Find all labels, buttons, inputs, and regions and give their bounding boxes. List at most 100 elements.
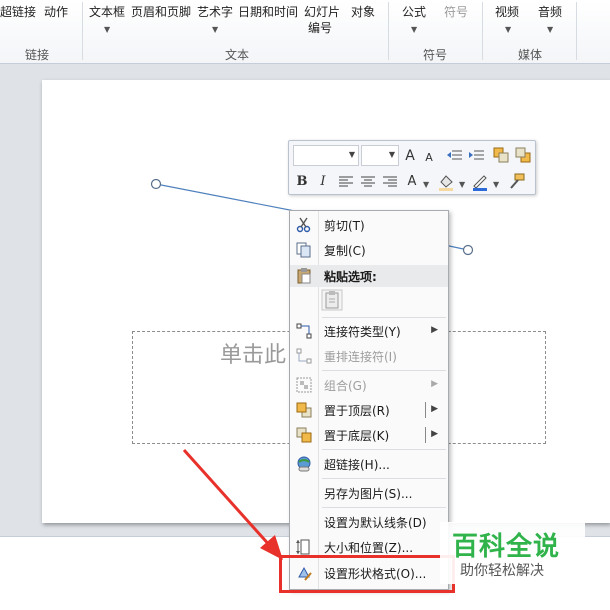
context-menu: 剪切(T) 复制(C) 粘贴选项: 连接符类型(Y) ▶ 重排连接符(I) 组合… — [289, 210, 449, 590]
ribbon: 超链接 动作 文本框 ▼ 页眉和页脚 艺术字 ▼ 日期和时间 幻灯片 编号 对象… — [0, 0, 610, 64]
menu-separator — [322, 370, 446, 371]
wordart-dropdown-icon[interactable]: ▼ — [212, 25, 218, 34]
send-to-back-icon — [296, 427, 312, 443]
font-color-button[interactable]: A — [405, 172, 419, 192]
symbol-button[interactable]: 符号 — [444, 5, 468, 19]
split-divider — [425, 402, 426, 418]
font-size-combo[interactable]: ▼ — [361, 145, 399, 166]
clipboard-icon — [297, 268, 311, 284]
wordart-button[interactable]: 艺术字 — [197, 5, 233, 19]
size-position-icon — [296, 539, 310, 555]
menu-separator — [322, 507, 446, 508]
menu-item-group[interactable]: 组合(G) ▶ — [290, 373, 448, 397]
submenu-arrow-icon: ▶ — [431, 379, 438, 389]
textbox-button[interactable]: 文本框 — [89, 5, 125, 19]
menu-item-label: 超链接(H)... — [324, 458, 390, 472]
align-left-icon[interactable] — [339, 176, 353, 188]
shape-outline-icon[interactable] — [471, 173, 489, 191]
chevron-down-icon: ▼ — [348, 150, 355, 159]
group-label-media: 媒体 — [517, 48, 542, 62]
menu-item-label: 设置为默认线条(D) — [324, 516, 427, 530]
group-label-links: 链接 — [24, 48, 49, 62]
mini-toolbar: ▼ ▼ A A B I A ▼ ▼ ▼ — [288, 140, 536, 195]
equation-button[interactable]: 公式 — [402, 5, 426, 19]
slide-number-button[interactable]: 幻灯片 — [304, 5, 340, 19]
grow-font-button[interactable]: A — [403, 146, 417, 166]
menu-item-label: 重排连接符(I) — [324, 350, 397, 364]
chevron-down-icon[interactable]: ▼ — [493, 180, 499, 189]
bring-to-front-icon — [296, 402, 312, 418]
textbox-dropdown-icon[interactable]: ▼ — [104, 25, 110, 34]
menu-item-label: 大小和位置(Z)... — [324, 541, 414, 555]
submenu-arrow-icon[interactable]: ▶ — [431, 404, 438, 414]
reroute-icon — [296, 348, 312, 364]
object-button[interactable]: 对象 — [351, 5, 375, 19]
split-divider — [425, 427, 426, 443]
connector-type-icon — [296, 323, 312, 339]
align-center-icon[interactable] — [361, 176, 375, 188]
menu-item-bring-to-front[interactable]: 置于顶层(R) ▶ — [290, 398, 448, 422]
menu-item-label: 组合(G) — [324, 379, 367, 393]
copy-icon — [296, 242, 311, 258]
submenu-arrow-icon[interactable]: ▶ — [431, 429, 438, 439]
send-backward-icon[interactable] — [515, 147, 531, 163]
video-button[interactable]: 视频 — [495, 5, 519, 19]
audio-button[interactable]: 音频 — [538, 5, 562, 19]
menu-item-paste-options: 粘贴选项: — [290, 264, 448, 288]
menu-item-label: 置于顶层(R) — [324, 404, 390, 418]
menu-item-label: 复制(C) — [324, 244, 366, 258]
menu-item-label: 置于底层(K) — [324, 429, 390, 443]
menu-item-label: 另存为图片(S)... — [324, 487, 413, 501]
italic-button[interactable]: I — [316, 172, 330, 192]
menu-item-send-to-back[interactable]: 置于底层(K) ▶ — [290, 423, 448, 447]
chevron-down-icon: ▼ — [388, 150, 395, 159]
group-icon — [296, 377, 312, 393]
menu-item-copy[interactable]: 复制(C) — [290, 238, 448, 262]
chevron-down-icon[interactable]: ▼ — [459, 180, 465, 189]
menu-separator — [322, 478, 446, 479]
header-footer-button[interactable]: 页眉和页脚 — [131, 5, 191, 19]
chevron-down-icon[interactable]: ▼ — [423, 180, 429, 189]
align-right-icon[interactable] — [383, 176, 397, 188]
watermark-title: 百科全说 — [452, 532, 561, 562]
menu-item-label: 剪切(T) — [324, 219, 365, 233]
shrink-font-button[interactable]: A — [423, 148, 435, 168]
equation-dropdown-icon[interactable]: ▼ — [411, 25, 417, 34]
decrease-indent-icon[interactable] — [447, 149, 463, 163]
date-time-button[interactable]: 日期和时间 — [238, 5, 298, 19]
placeholder-text: 单击此 — [220, 343, 287, 368]
menu-item-hyperlink[interactable]: 超链接(H)... — [290, 452, 448, 476]
audio-dropdown-icon[interactable]: ▼ — [547, 25, 553, 34]
action-button[interactable]: 动作 — [44, 5, 68, 19]
watermark-subtitle: 助你轻松解决 — [460, 563, 544, 579]
bold-button[interactable]: B — [295, 172, 309, 192]
ribbon-divider — [576, 2, 577, 60]
menu-separator — [322, 317, 446, 318]
bring-forward-icon[interactable] — [493, 147, 509, 163]
slide-number-button-line2[interactable]: 编号 — [308, 21, 332, 35]
menu-separator — [322, 449, 446, 450]
menu-item-save-as-picture[interactable]: 另存为图片(S)... — [290, 481, 448, 505]
ribbon-divider — [482, 2, 483, 60]
paste-option-clipboard-icon[interactable] — [321, 289, 343, 311]
increase-indent-icon[interactable] — [469, 149, 485, 163]
highlight-annotation-box — [279, 555, 455, 593]
ribbon-divider — [82, 2, 83, 60]
watermark: 百科全说 助你轻松解决 — [440, 522, 585, 584]
shape-fill-icon[interactable] — [437, 173, 455, 191]
menu-item-label: 粘贴选项: — [324, 270, 377, 284]
format-painter-icon[interactable] — [507, 173, 525, 191]
group-label-symbols: 符号 — [422, 48, 447, 62]
menu-item-connector-type[interactable]: 连接符类型(Y) ▶ — [290, 319, 448, 343]
hyperlink-globe-icon — [297, 456, 311, 472]
hyperlink-button[interactable]: 超链接 — [0, 5, 36, 19]
menu-item-reroute-connectors[interactable]: 重排连接符(I) — [290, 344, 448, 368]
video-dropdown-icon[interactable]: ▼ — [505, 25, 511, 34]
scissors-icon — [296, 217, 311, 233]
menu-item-cut[interactable]: 剪切(T) — [290, 213, 448, 237]
menu-item-label: 连接符类型(Y) — [324, 325, 401, 339]
group-label-text: 文本 — [224, 48, 249, 62]
font-name-combo[interactable]: ▼ — [293, 145, 359, 166]
submenu-arrow-icon: ▶ — [431, 325, 438, 335]
menu-item-set-default-line[interactable]: 设置为默认线条(D) — [290, 510, 448, 534]
